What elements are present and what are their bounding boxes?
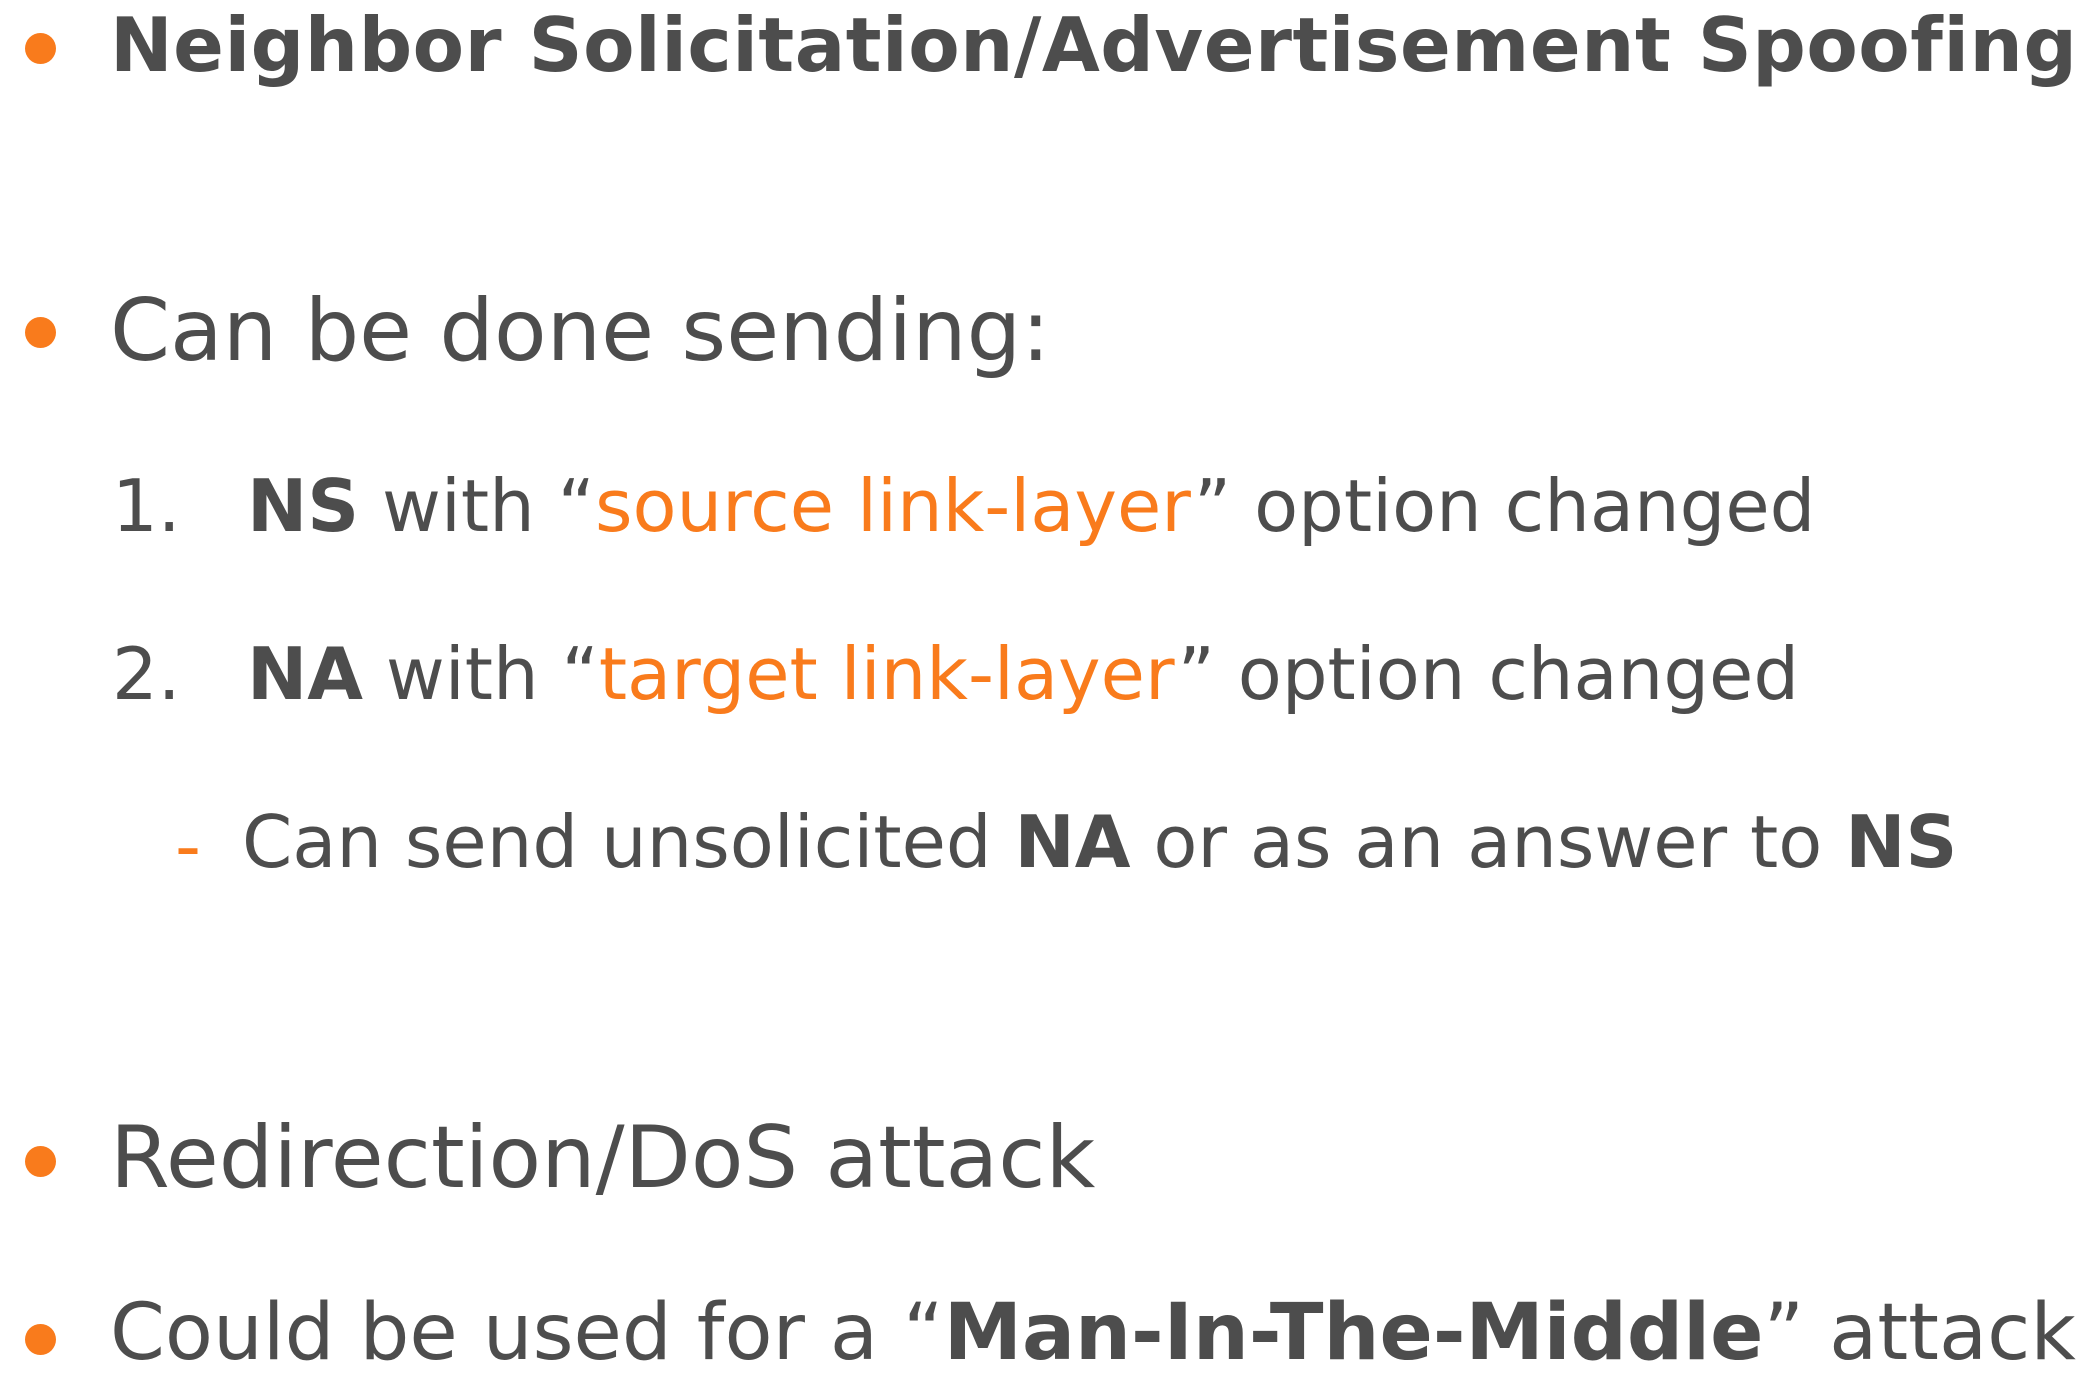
bullet-dot — [25, 317, 56, 348]
dash-marker: - — [175, 804, 201, 888]
bullet-dot — [25, 1146, 56, 1177]
text-segment: Can send unsolicited — [242, 800, 1015, 884]
bullet-mitm: Could be used for a “Man-In-The-Middle” … — [110, 1293, 2076, 1372]
bullet-can-be-done: Can be done sending: — [110, 281, 1051, 381]
bold-term: NS — [247, 464, 360, 548]
text-segment: or as an answer to — [1130, 800, 1846, 884]
list-item-ns: NS with “source link-layer” option chang… — [247, 470, 1815, 542]
bold-term: NS — [1845, 800, 1958, 884]
slide-title: Neighbor Solicitation/Advertisement Spoo… — [110, 1, 2078, 89]
bold-term: Man-In-The-Middle — [943, 1286, 1764, 1374]
text-segment: with “ — [359, 464, 595, 548]
bullet-dot — [25, 33, 56, 64]
text-segment: ” attack — [1763, 1286, 2076, 1374]
text-segment: Could be used for a “ — [110, 1286, 944, 1374]
highlight-term: target link-layer — [598, 632, 1178, 716]
sub-item-unsolicited: Can send unsolicited NA or as an answer … — [242, 806, 1957, 878]
list-item-na: NA with “target link-layer” option chang… — [247, 638, 1799, 710]
text-segment: ” option changed — [1177, 632, 1800, 716]
list-number: 2. — [112, 632, 181, 716]
bullet-dot — [25, 1324, 56, 1355]
slide: { "slide": { "title": "Neighbor Solicita… — [0, 0, 2080, 1374]
list-number: 1. — [112, 464, 181, 548]
text-segment: ” option changed — [1193, 464, 1816, 548]
text-segment: with “ — [362, 632, 599, 716]
bold-term: NA — [247, 632, 363, 716]
bullet-redirection: Redirection/DoS attack — [110, 1108, 1096, 1208]
highlight-term: source link-layer — [594, 464, 1194, 548]
bold-term: NA — [1014, 800, 1131, 884]
